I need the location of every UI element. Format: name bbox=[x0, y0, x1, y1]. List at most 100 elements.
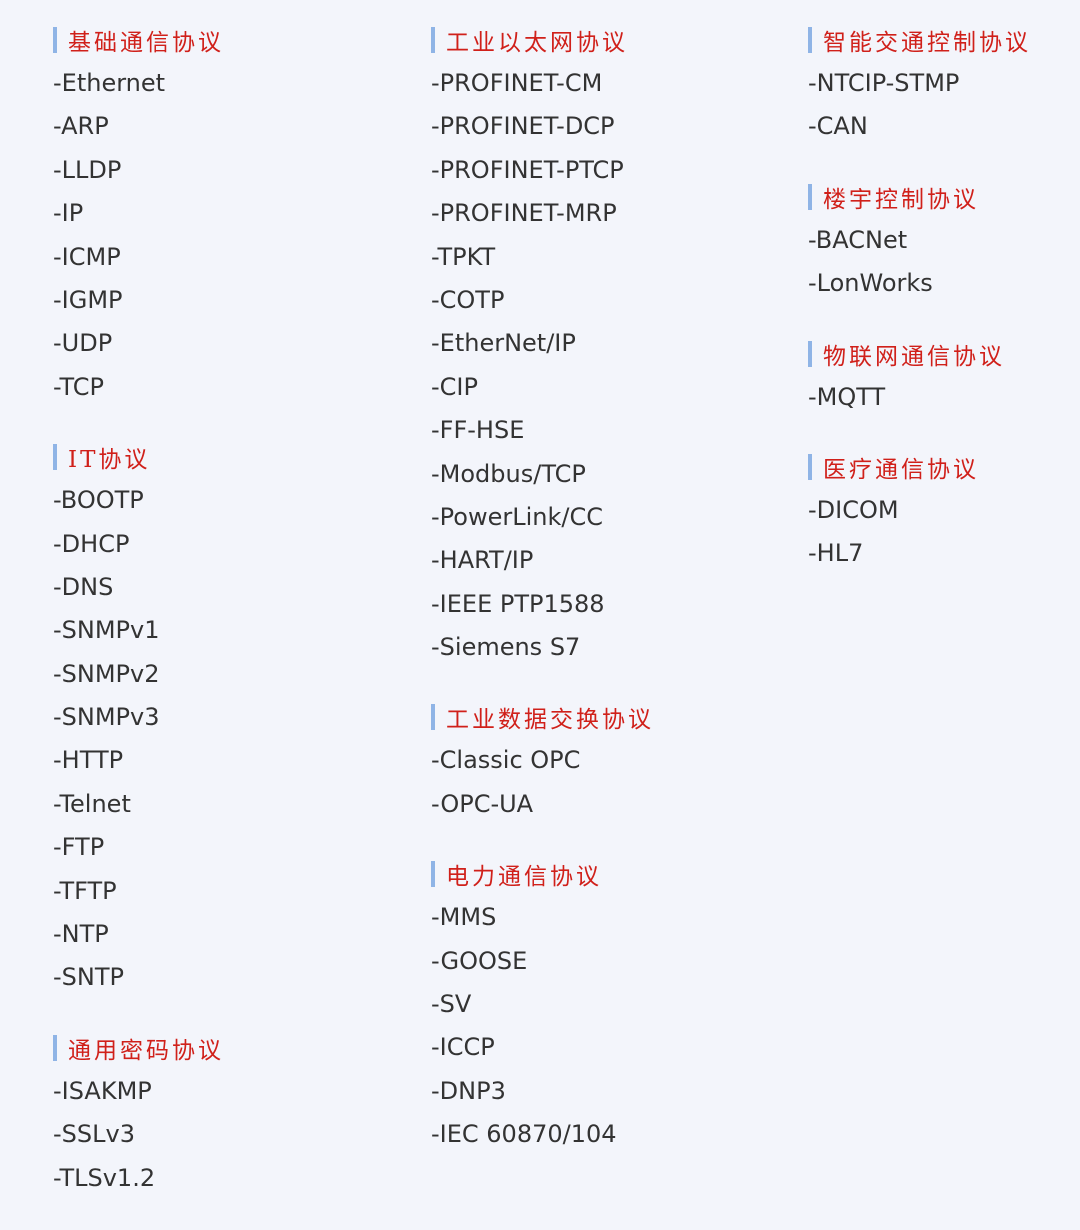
protocol-item: -SNMPv2 bbox=[53, 659, 160, 688]
protocol-section: IT协议 -BOOTP -DHCP -DNS -SNMPv1 -SNMPv2 -SNMPv3… bbox=[53, 439, 393, 1000]
protocol-section: 工业数据交换协议 -Classic OPC -OPC-UA bbox=[431, 699, 771, 826]
protocol-list: -ISAKMP -SSLv3 -TLSv1.2 bbox=[53, 1070, 393, 1200]
section-heading: 工业以太网协议 bbox=[431, 22, 771, 58]
protocol-item: -TLSv1.2 bbox=[53, 1163, 156, 1192]
heading-accent-bar bbox=[53, 27, 57, 53]
section-title: 工业以太网协议 bbox=[446, 30, 628, 56]
protocol-item: -DHCP bbox=[53, 529, 130, 558]
protocol-item: -LLDP bbox=[53, 155, 122, 184]
heading-accent-bar bbox=[431, 27, 435, 53]
protocol-item: -TFTP bbox=[53, 876, 117, 905]
protocol-item: -HL7 bbox=[808, 539, 864, 568]
protocol-section: 智能交通控制协议 -NTCIP-STMP -CAN bbox=[808, 22, 1080, 149]
protocol-item: -DNS bbox=[53, 572, 114, 601]
heading-accent-bar bbox=[53, 1034, 57, 1061]
protocol-item: -Classic OPC bbox=[431, 746, 581, 775]
protocol-item: -SNTP bbox=[53, 963, 124, 992]
protocol-item: -SNMPv1 bbox=[53, 616, 160, 645]
protocol-item: -PowerLink/CC bbox=[431, 502, 603, 531]
section-title: 医疗通信协议 bbox=[823, 456, 979, 483]
protocol-item: -IGMP bbox=[53, 285, 123, 314]
protocol-item: -ICMP bbox=[53, 242, 121, 271]
protocol-item: -Telnet bbox=[53, 789, 131, 818]
protocol-item: -Modbus/TCP bbox=[431, 459, 586, 488]
protocol-item: -GOOSE bbox=[431, 946, 528, 975]
protocol-item: -Ethernet bbox=[53, 69, 166, 97]
heading-accent-bar bbox=[53, 444, 57, 471]
protocol-item: -HTTP bbox=[53, 746, 124, 775]
heading-accent-bar bbox=[431, 704, 435, 731]
protocol-item: -IEEE PTP1588 bbox=[431, 589, 605, 618]
section-title: 通用密码协议 bbox=[68, 1037, 224, 1064]
protocol-item: -IP bbox=[53, 199, 84, 228]
protocol-item: -ARP bbox=[53, 112, 109, 141]
protocol-item: -IEC 60870/104 bbox=[431, 1120, 617, 1149]
protocol-item: -DICOM bbox=[808, 495, 899, 524]
protocol-section: 医疗通信协议 -DICOM -HL7 bbox=[808, 449, 1080, 576]
protocol-list: -Classic OPC -OPC-UA bbox=[431, 739, 771, 826]
section-title: 物联网通信协议 bbox=[823, 343, 1005, 370]
protocol-section: 楼宇控制协议 -BACNet -LonWorks bbox=[808, 179, 1080, 306]
section-heading: 通用密码协议 bbox=[53, 1030, 393, 1066]
protocol-list: -MMS -GOOSE -SV -ICCP -DNP3 -IEC 60870/104 bbox=[431, 896, 771, 1156]
protocol-item: -PROFINET-DCP bbox=[431, 112, 615, 141]
protocol-item: -BOOTP bbox=[53, 486, 144, 515]
section-heading: 电力通信协议 bbox=[431, 856, 771, 892]
protocol-list: -NTCIP-STMP -CAN bbox=[808, 62, 1080, 149]
heading-accent-bar bbox=[808, 453, 812, 480]
protocol-item: -Siemens S7 bbox=[431, 633, 581, 662]
protocol-item: -ICCP bbox=[431, 1033, 495, 1062]
protocol-item: -FTP bbox=[53, 833, 105, 862]
protocol-item: -PROFINET-PTCP bbox=[431, 155, 624, 184]
heading-accent-bar bbox=[431, 861, 435, 888]
heading-accent-bar bbox=[808, 183, 812, 210]
section-title: 基础通信协议 bbox=[68, 30, 224, 56]
column-1: 基础通信协议 -Ethernet -ARP -LLDP -IP -ICMP -IGMP -UD… bbox=[53, 22, 393, 1230]
protocol-item: -EtherNet/IP bbox=[431, 329, 576, 358]
section-heading: IT协议 bbox=[53, 439, 393, 475]
protocol-list-page: 基础通信协议 -Ethernet -ARP -LLDP -IP -ICMP -IGMP -UD… bbox=[0, 0, 1080, 1217]
protocol-item: -MMS bbox=[431, 903, 497, 932]
protocol-item: -NTP bbox=[53, 920, 109, 949]
section-heading: 工业数据交换协议 bbox=[431, 699, 771, 735]
protocol-item: -NTCIP-STMP bbox=[808, 69, 960, 97]
column-3: 智能交通控制协议 -NTCIP-STMP -CAN 楼宇控制协议 -BACNet -Lon… bbox=[808, 22, 1080, 606]
heading-accent-bar bbox=[808, 27, 812, 53]
protocol-item: -BACNet bbox=[808, 225, 908, 254]
protocol-item: -PROFINET-MRP bbox=[431, 199, 617, 228]
section-heading: 智能交通控制协议 bbox=[808, 22, 1080, 58]
protocol-item: -ISAKMP bbox=[53, 1076, 152, 1105]
section-title: 工业数据交换协议 bbox=[446, 707, 654, 734]
section-heading: 物联网通信协议 bbox=[808, 336, 1080, 372]
protocol-item: -TCP bbox=[53, 372, 104, 401]
protocol-item: -FF-HSE bbox=[431, 416, 525, 445]
protocol-item: -CIP bbox=[431, 372, 478, 401]
heading-accent-bar bbox=[808, 340, 812, 367]
protocol-list: -BOOTP -DHCP -DNS -SNMPv1 -SNMPv2 -SNMPv3 -HTT… bbox=[53, 479, 393, 1000]
protocol-list: -PROFINET-CM -PROFINET-DCP -PROFINET-PTCP -… bbox=[431, 62, 771, 669]
section-heading: 医疗通信协议 bbox=[808, 449, 1080, 485]
column-2: 工业以太网协议 -PROFINET-CM -PROFINET-DCP -PROFINE… bbox=[431, 22, 771, 1187]
protocol-item: -CAN bbox=[808, 112, 868, 141]
protocol-item: -HART/IP bbox=[431, 546, 534, 575]
section-title: IT协议 bbox=[68, 447, 151, 474]
protocol-section: 通用密码协议 -ISAKMP -SSLv3 -TLSv1.2 bbox=[53, 1030, 393, 1200]
protocol-section: 工业以太网协议 -PROFINET-CM -PROFINET-DCP -PROFINE… bbox=[431, 22, 771, 669]
protocol-item: -OPC-UA bbox=[431, 789, 534, 818]
section-title: 楼宇控制协议 bbox=[823, 186, 979, 213]
protocol-item: -TPKT bbox=[431, 242, 496, 271]
protocol-item: -SSLv3 bbox=[53, 1120, 135, 1149]
protocol-list: -MQTT bbox=[808, 376, 1080, 419]
protocol-item: -SNMPv3 bbox=[53, 703, 160, 732]
protocol-section: 物联网通信协议 -MQTT bbox=[808, 336, 1080, 419]
section-heading: 楼宇控制协议 bbox=[808, 179, 1080, 215]
section-title: 智能交通控制协议 bbox=[823, 30, 1031, 56]
protocol-item: -COTP bbox=[431, 285, 505, 314]
protocol-section: 电力通信协议 -MMS -GOOSE -SV -ICCP -DNP3 -IEC 60870/… bbox=[431, 856, 771, 1156]
section-title: 电力通信协议 bbox=[446, 864, 602, 891]
protocol-list: -Ethernet -ARP -LLDP -IP -ICMP -IGMP -UDP -TCP bbox=[53, 62, 393, 409]
protocol-item: -SV bbox=[431, 990, 472, 1019]
protocol-item: -PROFINET-CM bbox=[431, 69, 603, 97]
section-heading: 基础通信协议 bbox=[53, 22, 393, 58]
protocol-list: -BACNet -LonWorks bbox=[808, 219, 1080, 306]
